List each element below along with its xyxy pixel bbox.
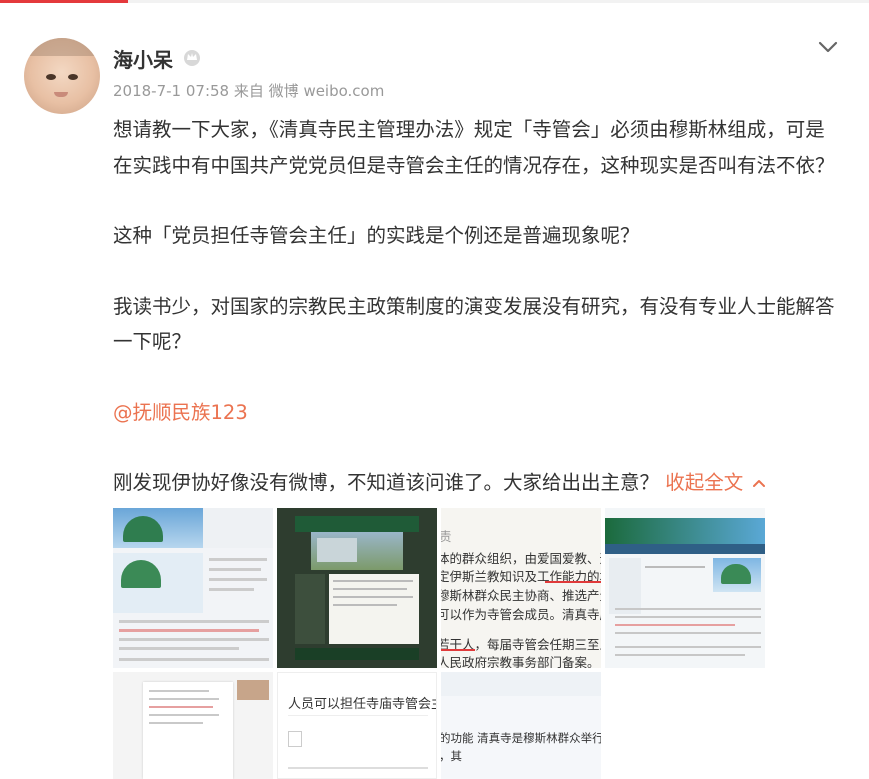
avatar[interactable]	[24, 38, 100, 114]
post-image-8[interactable]	[605, 672, 765, 779]
image-3-line-3: 可以作为寺管会成员。清真寺应当结合	[441, 607, 601, 622]
weibo-post-card: 海小呆 2018-7-1 07:58 来自 微博 weibo.com 想请教一下…	[0, 10, 869, 779]
collapse-label: 收起全文	[665, 471, 744, 494]
post-image-2[interactable]	[277, 508, 437, 668]
image-6-title: 人员可以担任寺庙寺管会主任吗	[288, 697, 436, 712]
collapse-button[interactable]: 收起全文	[665, 471, 766, 494]
post-paragraph-1: 想请教一下大家，《清真寺民主管理办法》规定「寺管会」必须由穆斯林组成，可是在实践…	[113, 118, 835, 177]
post-image-4[interactable]	[605, 508, 765, 668]
post-meta: 2018-7-1 07:58 来自 微博 weibo.com	[113, 80, 384, 101]
top-progress-bar	[0, 0, 869, 10]
post-paragraph-3: 我读书少，对国家的宗教民主政策制度的演变发展没有研究，有没有专业人士能解答一下呢…	[113, 294, 835, 354]
post-last-line: 刚发现伊协好像没有微博，不知道该问谁了。大家给出出主意？ 收起全文	[113, 465, 843, 501]
image-3-line-2: 穆斯林群众民主协商、推选产生。本寺	[441, 588, 601, 603]
crown-badge-icon[interactable]	[182, 48, 202, 66]
post-image-6[interactable]: 人员可以担任寺庙寺管会主任吗	[277, 672, 437, 779]
chevron-up-icon	[753, 479, 766, 487]
image-7-line-2: ，其	[441, 749, 462, 763]
post-image-1[interactable]	[113, 508, 273, 668]
post-paragraph-2: 这种「党员担任寺管会主任」的实践是个例还是普遍现象呢？	[113, 224, 640, 247]
chevron-down-icon[interactable]	[818, 40, 838, 54]
image-3-line-1: 体的群众组织，由爱国爱教、遵纪守法、	[441, 551, 601, 566]
top-bar-track	[128, 0, 869, 3]
top-bar-accent	[0, 0, 128, 3]
mention-link[interactable]: @抚顺民族123	[113, 401, 248, 424]
author-name[interactable]: 海小呆	[113, 44, 173, 73]
post-image-3[interactable]: 责 体的群众组织，由爱国爱教、遵纪守法、 定伊斯兰教知识及工作能力的本寺坊穆 穆…	[441, 508, 601, 668]
post-body: 想请教一下大家，《清真寺民主管理办法》规定「寺管会」必须由穆斯林组成，可是在实践…	[113, 112, 843, 501]
post-image-7[interactable]: 的功能 清真寺是穆斯林群众举行宗教活动 ，其	[441, 672, 601, 779]
post-paragraph-last: 刚发现伊协好像没有微博，不知道该问谁了。大家给出出主意？	[113, 471, 660, 494]
post-source[interactable]: 微博 weibo.com	[269, 82, 385, 100]
image-7-line-1: 的功能 清真寺是穆斯林群众举行宗教活动	[441, 731, 601, 745]
post-image-5[interactable]	[113, 672, 273, 779]
post-timestamp[interactable]: 2018-7-1 07:58	[113, 82, 229, 100]
image-3-line-5: 人民政府宗教事务部门备案。	[441, 655, 600, 668]
source-prefix: 来自	[233, 82, 264, 100]
